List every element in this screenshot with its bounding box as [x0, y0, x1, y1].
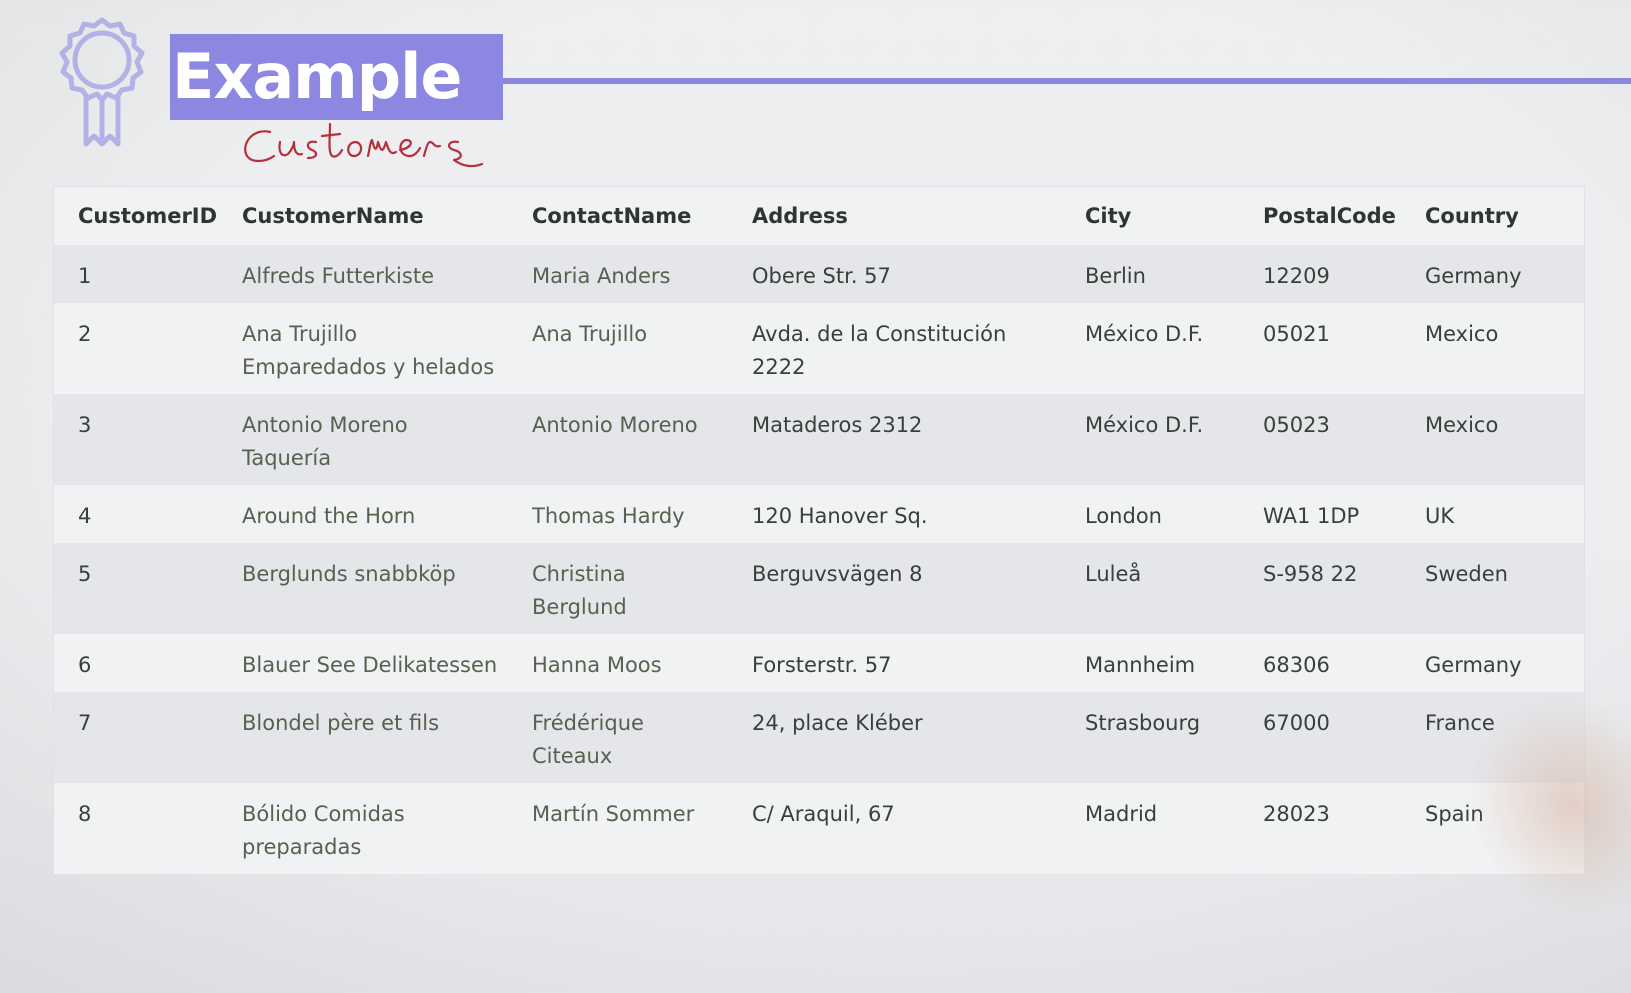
column-header-customername: CustomerName: [242, 203, 424, 228]
page-title: Example: [172, 40, 462, 113]
cell-city: México D.F.: [1085, 413, 1204, 437]
customers-table-grid: CustomerID CustomerName ContactName Addr…: [54, 187, 1584, 874]
cell-address: Obere Str. 57: [752, 264, 891, 288]
cell-customerid: 7: [78, 711, 92, 735]
cell-country: Germany: [1425, 653, 1522, 677]
cell-postalcode: 12209: [1263, 264, 1330, 288]
cell-customerid: 6: [78, 653, 92, 677]
cell-customername: Alfreds Futterkiste: [242, 264, 434, 288]
cell-country: UK: [1425, 504, 1455, 528]
table-row: 2 Ana Trujillo Emparedados y helados Ana T…: [54, 303, 1584, 394]
cell-city: México D.F.: [1085, 322, 1204, 346]
cell-postalcode: WA1 1DP: [1263, 504, 1360, 528]
cell-city: Berlin: [1085, 264, 1146, 288]
cell-customerid: 1: [78, 264, 92, 288]
table-row: 1 Alfreds Futterkiste Maria Anders Obere St…: [54, 245, 1584, 303]
table-row: 3 Antonio Moreno Taquería Antonio Moreno Ma…: [54, 394, 1584, 485]
cell-address: 120 Hanover Sq.: [752, 504, 928, 528]
cell-country: Germany: [1425, 264, 1522, 288]
table-row: 6 Blauer See Delikatessen Hanna Moos Forste…: [54, 634, 1584, 692]
column-header-contactname: ContactName: [532, 203, 692, 228]
cell-country: Mexico: [1425, 413, 1499, 437]
table-row: 5 Berglunds snabbköp Christina Berglund Ber…: [54, 543, 1584, 634]
cell-customerid: 4: [78, 504, 92, 528]
column-header-customerid: CustomerID: [78, 203, 218, 228]
table-row: 4 Around the Horn Thomas Hardy 120 Hanover …: [54, 485, 1584, 543]
cell-customerid: 3: [78, 413, 92, 437]
cell-postalcode: 05021: [1263, 322, 1330, 346]
cell-contactname: Martín Sommer: [532, 802, 695, 826]
cell-contactname: Antonio Moreno: [532, 413, 698, 437]
cell-customername: Blauer See Delikatessen: [242, 653, 498, 677]
table-row: 7 Blondel père et fils Frédérique Citeaux 2…: [54, 692, 1584, 783]
column-header-address: Address: [752, 203, 848, 228]
cell-customername: Blondel père et fils: [242, 711, 440, 735]
title-underline-rule: [503, 78, 1631, 84]
cell-contactname: Maria Anders: [532, 264, 671, 288]
cell-customerid: 8: [78, 802, 92, 826]
award-ribbon-icon: [59, 17, 145, 147]
cell-address: C/ Araquil, 67: [752, 802, 895, 826]
customers-table: CustomerID CustomerName ContactName Addr…: [53, 186, 1585, 874]
cell-postalcode: S-958 22: [1263, 562, 1358, 586]
cell-customerid: 2: [78, 322, 92, 346]
table-row: 8 Bólido Comidas preparadas Martín Sommer C…: [54, 783, 1584, 874]
cell-postalcode: 67000: [1263, 711, 1330, 735]
handwritten-subtitle: [244, 122, 484, 168]
cell-country: Spain: [1425, 802, 1484, 826]
column-header-country: Country: [1425, 203, 1519, 228]
cell-city: Mannheim: [1085, 653, 1196, 677]
cell-city: Luleå: [1085, 562, 1142, 586]
cell-city: Strasbourg: [1085, 711, 1201, 735]
cell-country: Sweden: [1425, 562, 1508, 586]
cell-contactname: Ana Trujillo: [532, 322, 648, 346]
cell-address: Mataderos 2312: [752, 413, 923, 437]
cell-postalcode: 05023: [1263, 413, 1330, 437]
cell-customername: Berglunds snabbköp: [242, 562, 456, 586]
cell-customername: Ana Trujillo Emparedados y helados: [242, 322, 495, 379]
cell-country: Mexico: [1425, 322, 1499, 346]
cell-postalcode: 68306: [1263, 653, 1330, 677]
cell-contactname: Christina Berglund: [532, 562, 627, 619]
cell-contactname: Thomas Hardy: [532, 504, 685, 528]
column-header-city: City: [1085, 203, 1132, 228]
column-header-postalcode: PostalCode: [1263, 203, 1396, 228]
cell-customerid: 5: [78, 562, 92, 586]
cell-contactname: Hanna Moos: [532, 653, 662, 677]
cell-customername: Bólido Comidas preparadas: [242, 802, 405, 859]
cell-contactname: Frédérique Citeaux: [532, 711, 644, 768]
table-header-row: CustomerID CustomerName ContactName Addr…: [54, 187, 1584, 245]
cell-country: France: [1425, 711, 1495, 735]
cell-customername: Around the Horn: [242, 504, 416, 528]
cell-city: Madrid: [1085, 802, 1158, 826]
cell-address: Forsterstr. 57: [752, 653, 892, 677]
cell-postalcode: 28023: [1263, 802, 1330, 826]
cell-address: Avda. de la Constitución 2222: [752, 322, 1007, 379]
cell-city: London: [1085, 504, 1162, 528]
cell-address: Berguvsvägen 8: [752, 562, 923, 586]
cell-address: 24, place Kléber: [752, 711, 923, 735]
cell-customername: Antonio Moreno Taquería: [242, 413, 408, 470]
